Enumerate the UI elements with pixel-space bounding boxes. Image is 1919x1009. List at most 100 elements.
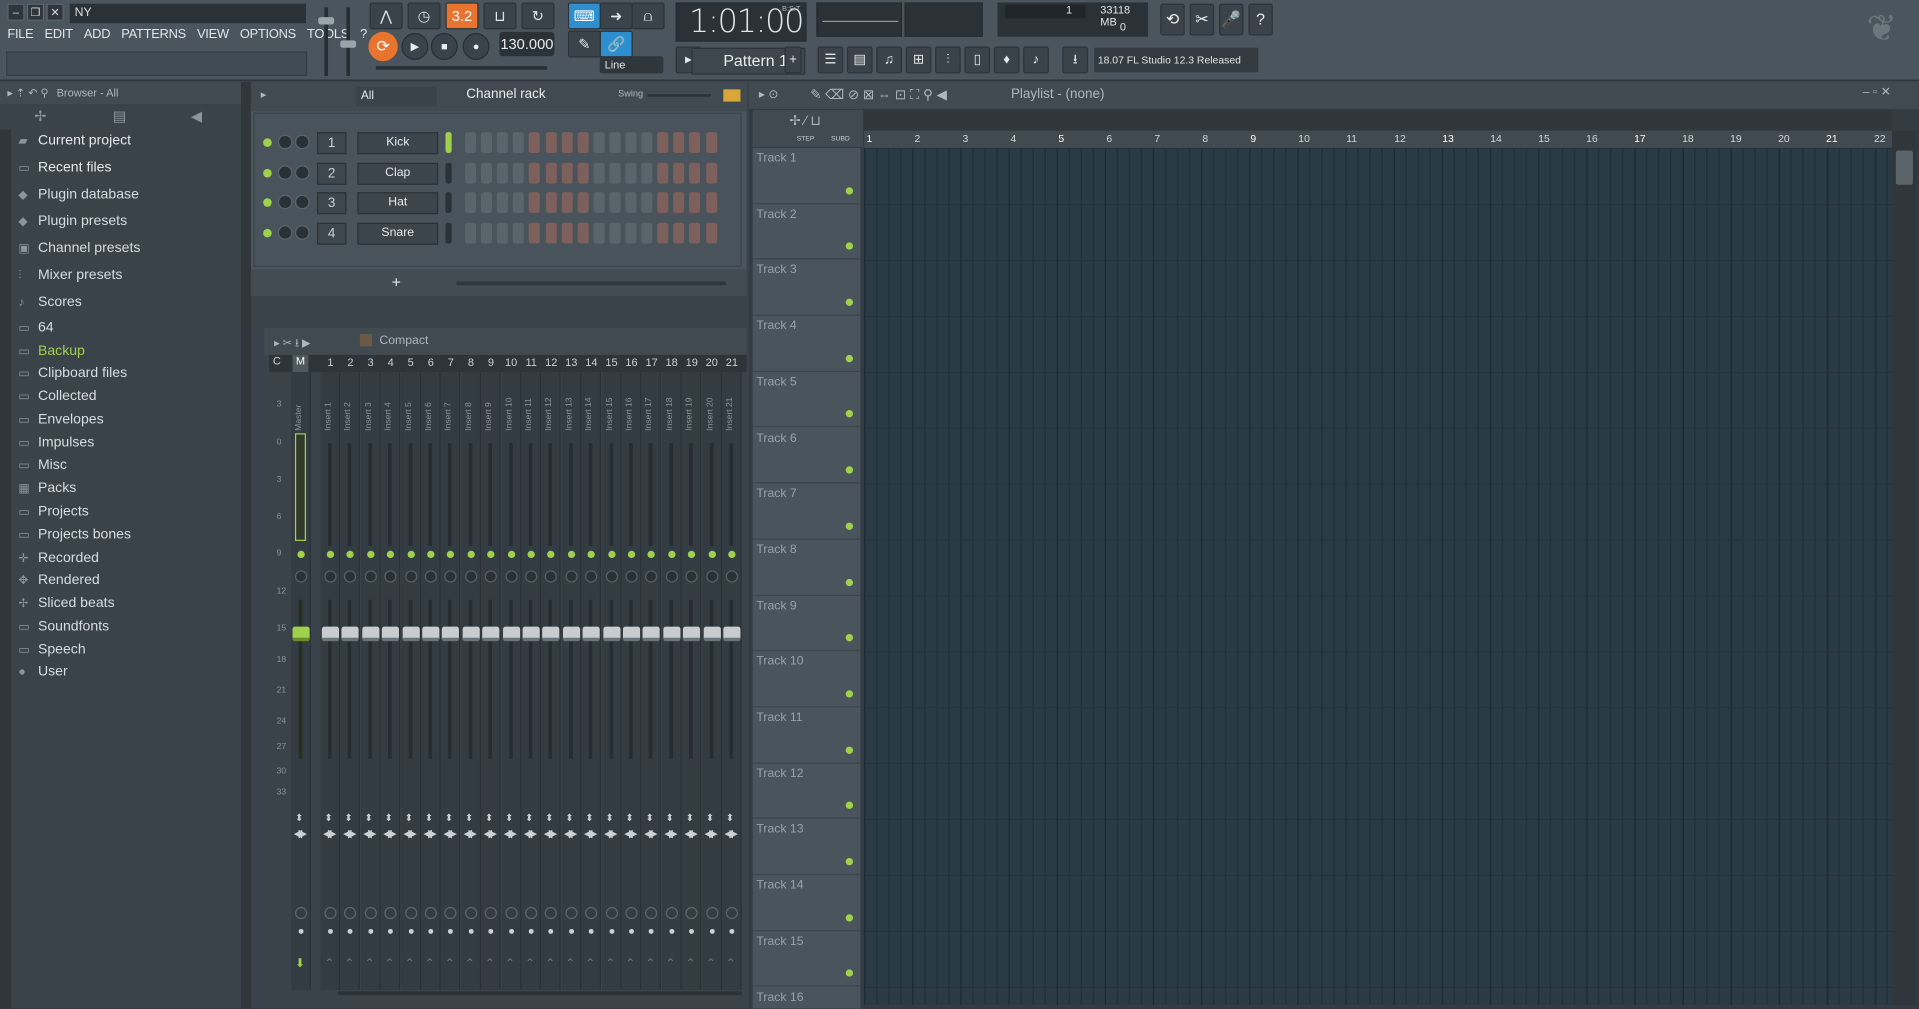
browser-item[interactable]: ▭ Backup <box>18 344 85 366</box>
step-button[interactable] <box>577 132 589 153</box>
track-pan-knob[interactable] <box>294 570 308 583</box>
send-dot[interactable] <box>629 928 634 934</box>
browser-item[interactable]: ▭ Soundfonts <box>18 619 109 641</box>
insert-track[interactable]: ⬍ ◀▶ ⌃ <box>421 372 441 991</box>
track-pan-knob[interactable] <box>384 570 397 583</box>
volume-fader[interactable] <box>542 626 560 642</box>
insert-track[interactable]: ⬍ ◀▶ ⌃ <box>621 372 642 991</box>
track-active-led[interactable] <box>507 550 515 559</box>
menu-add[interactable]: ADD <box>84 27 111 47</box>
insert-number[interactable]: 3 <box>361 356 381 368</box>
step-button[interactable] <box>529 192 541 213</box>
browser-item[interactable]: ▣ Channel presets <box>18 241 140 263</box>
track-pan-knob[interactable] <box>464 570 478 583</box>
send-dot[interactable] <box>508 928 514 934</box>
step-button[interactable] <box>609 162 621 183</box>
bar-number[interactable]: 21 <box>1826 132 1838 144</box>
track-active-led[interactable] <box>728 550 736 559</box>
bar-number[interactable]: 19 <box>1730 132 1742 144</box>
track-pan-knob[interactable] <box>725 570 739 583</box>
wait-for-input-icon[interactable]: ◷ <box>407 2 441 30</box>
fx-slot-knob[interactable] <box>705 906 718 920</box>
track-pan-knob[interactable] <box>545 570 558 583</box>
multilink-icon[interactable]: ⩍ <box>631 2 665 30</box>
track-mute-led-icon[interactable] <box>845 242 854 251</box>
fx-slot-knob[interactable] <box>565 906 578 920</box>
step-button[interactable] <box>545 192 557 213</box>
bar-number[interactable]: 5 <box>1058 132 1064 144</box>
channel-led-icon[interactable] <box>263 198 272 207</box>
fx-slot-knob[interactable] <box>344 906 357 920</box>
master-send-arrow-icon[interactable]: ⬇ <box>295 957 310 972</box>
bar-number[interactable]: 8 <box>1202 132 1208 144</box>
rack-options-icon[interactable]: ▸ <box>261 88 267 101</box>
send-dot[interactable] <box>568 928 574 934</box>
track-pan-knob[interactable] <box>585 570 598 583</box>
route-arrow-icon[interactable]: ⬍ <box>605 813 617 824</box>
master-label[interactable]: M <box>292 354 309 373</box>
insert-number[interactable]: 19 <box>682 356 702 368</box>
mixer-view-icon[interactable]: ⊞ <box>905 46 932 74</box>
insert-number[interactable]: 20 <box>702 356 722 368</box>
fx-slot-knob[interactable] <box>484 906 498 920</box>
browser-item[interactable]: ▭ Collected <box>18 389 96 411</box>
browser-item[interactable]: ◆ Plugin presets <box>18 214 127 236</box>
volume-fader[interactable] <box>683 626 701 642</box>
track-mute-led-icon[interactable] <box>845 969 854 978</box>
track-mute-led-icon[interactable] <box>845 858 854 866</box>
track-active-led[interactable] <box>467 550 475 559</box>
send-dot[interactable] <box>328 928 333 934</box>
step-button[interactable] <box>689 222 701 243</box>
bar-number[interactable]: 12 <box>1394 132 1406 144</box>
send-arrow-icon[interactable]: ⌃ <box>645 957 660 972</box>
step-button[interactable] <box>481 162 493 183</box>
stereo-separation-icon[interactable]: ◀▶ <box>644 827 659 839</box>
fx-slot-knob[interactable] <box>545 906 558 920</box>
step-button[interactable] <box>465 192 477 213</box>
track-pan-knob[interactable] <box>484 570 498 583</box>
playlist-tools-icon[interactable]: ✎⌫⊘⊠⇔⊡⛶⚲◀ <box>810 87 950 104</box>
browser-item[interactable]: ▭ 64 <box>18 321 53 343</box>
send-dot[interactable] <box>428 928 434 934</box>
track-active-led[interactable] <box>587 550 596 559</box>
fx-slot-knob[interactable] <box>605 906 618 920</box>
insert-track[interactable]: ⬍ ◀▶ ⌃ <box>320 372 341 991</box>
typing-keyboard-icon[interactable]: ⌨ <box>567 2 601 30</box>
browser-item[interactable]: ▭ Impulses <box>18 436 94 458</box>
channel-select-indicator[interactable] <box>445 132 452 153</box>
track-pan-knob[interactable] <box>344 570 357 583</box>
playlist-track-header[interactable]: Track 3 <box>752 260 861 316</box>
insert-number[interactable]: 18 <box>662 356 682 368</box>
stereo-separation-icon[interactable]: ◀▶ <box>423 827 438 839</box>
track-pan-knob[interactable] <box>705 570 718 583</box>
channel-led-icon[interactable] <box>263 228 272 237</box>
step-button[interactable] <box>689 162 701 183</box>
send-arrow-icon[interactable]: ⌃ <box>545 957 560 972</box>
playlist-vertical-scrollbar[interactable] <box>1892 130 1917 1005</box>
bar-number[interactable]: 7 <box>1154 132 1160 144</box>
add-channel-button[interactable]: + <box>392 273 401 291</box>
record-button[interactable]: ● <box>462 33 490 60</box>
send-dot[interactable] <box>689 928 695 934</box>
playlist-view-icon[interactable]: ☰ <box>817 46 844 74</box>
stereo-separation-icon[interactable]: ◀▶ <box>403 827 418 839</box>
step-button[interactable] <box>625 192 637 213</box>
volume-fader[interactable] <box>341 626 360 642</box>
mixer-options-icon[interactable]: ▸ ✂ ⭳ ▶ <box>274 334 310 354</box>
blend-notes-icon[interactable]: ⊔ <box>483 2 517 30</box>
send-arrow-icon[interactable]: ⌃ <box>324 957 339 972</box>
route-arrow-icon[interactable]: ⬍ <box>385 813 397 824</box>
send-dot[interactable] <box>368 928 374 934</box>
fader-track[interactable] <box>528 599 533 759</box>
menu-patterns[interactable]: PATTERNS <box>121 27 186 47</box>
volume-fader[interactable] <box>562 626 580 642</box>
send-arrow-icon[interactable]: ⌃ <box>585 957 600 972</box>
fader-track[interactable] <box>629 599 633 759</box>
send-dot[interactable] <box>548 928 554 934</box>
channel-rack-view-icon[interactable]: ▤ <box>846 46 873 74</box>
step-mode-button[interactable]: 3.2 <box>445 2 479 30</box>
channel-pan-knob[interactable] <box>277 164 293 180</box>
restore-button[interactable]: ❐ <box>26 3 45 21</box>
step-button[interactable] <box>705 192 717 213</box>
insert-number[interactable]: 1 <box>321 356 341 368</box>
